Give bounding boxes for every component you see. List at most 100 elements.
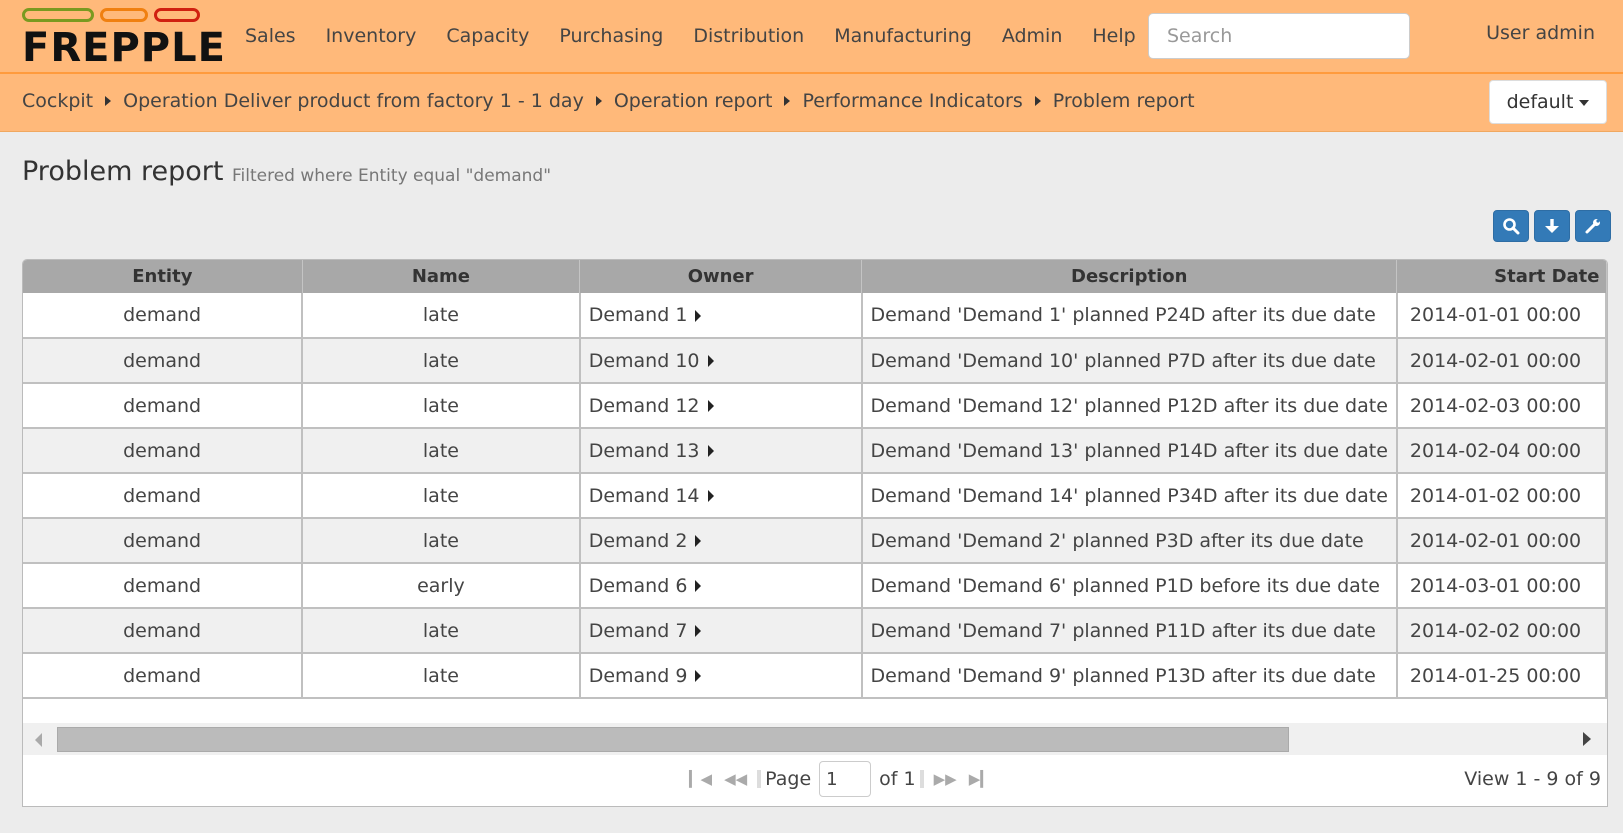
menu-capacity[interactable]: Capacity — [431, 25, 544, 47]
menu-help[interactable]: Help — [1077, 25, 1150, 47]
record-count: View 1 - 9 of 9 — [1464, 768, 1601, 790]
cell-owner: Demand 7 — [579, 608, 863, 654]
cell-start-date: 2014-02-02 00:00 — [1396, 608, 1607, 654]
breadcrumb-separator-icon — [105, 96, 112, 106]
drilldown-triangle-icon[interactable] — [707, 355, 714, 367]
cell-owner: Demand 12 — [579, 383, 863, 429]
column-header-start-date[interactable]: Start Date — [1396, 260, 1607, 293]
cell-owner: Demand 13 — [579, 428, 863, 474]
user-menu[interactable]: User admin — [1486, 22, 1595, 44]
cell-description: Demand 'Demand 9' planned P13D after its… — [861, 653, 1398, 699]
frepple-logo[interactable]: FREPPLE — [22, 8, 225, 70]
column-header-description[interactable]: Description — [861, 260, 1398, 293]
page-number-input[interactable] — [819, 761, 872, 797]
cell-start-date: 2014-02-03 00:00 — [1396, 383, 1607, 429]
table-row[interactable]: demand late Demand 13 Demand 'Demand 13' pl… — [23, 428, 1607, 474]
table-body: demand late Demand 1 Demand 'Demand 1' plan… — [23, 293, 1607, 699]
pager-controls: ▎◀ ◀◀ Page of 1 ▶▶ ▶▎ — [683, 756, 998, 802]
cell-description: Demand 'Demand 10' planned P7D after its… — [861, 338, 1398, 384]
owner-link[interactable]: Demand 13 — [589, 440, 700, 462]
search-button[interactable] — [1493, 210, 1529, 242]
owner-link[interactable]: Demand 10 — [589, 350, 700, 372]
scrollbar-thumb[interactable] — [57, 727, 1289, 752]
drilldown-triangle-icon[interactable] — [707, 445, 714, 457]
cell-entity: demand — [23, 518, 304, 564]
horizontal-scrollbar[interactable] — [23, 723, 1607, 755]
breadcrumb-cockpit[interactable]: Cockpit — [22, 90, 93, 112]
owner-link[interactable]: Demand 9 — [589, 665, 688, 687]
scroll-left-icon[interactable] — [35, 733, 42, 747]
drilldown-triangle-icon[interactable] — [707, 400, 714, 412]
cell-name: late — [302, 293, 581, 339]
drilldown-triangle-icon[interactable] — [707, 490, 714, 502]
owner-link[interactable]: Demand 6 — [589, 575, 688, 597]
owner-link[interactable]: Demand 12 — [589, 395, 700, 417]
breadcrumb-problem-report[interactable]: Problem report — [1053, 90, 1195, 112]
menu-manufacturing[interactable]: Manufacturing — [819, 25, 987, 47]
table-row[interactable]: demand late Demand 10 Demand 'Demand 10' pl… — [23, 338, 1607, 384]
cell-entity: demand — [23, 383, 304, 429]
table-header-row: Entity Name Owner Description Start Date — [23, 260, 1607, 293]
previous-page-icon[interactable]: ◀◀ — [724, 770, 747, 788]
menu-purchasing[interactable]: Purchasing — [544, 25, 678, 47]
table-row[interactable]: demand late Demand 14 Demand 'Demand 14' pl… — [23, 473, 1607, 519]
breadcrumb-separator-icon — [1034, 96, 1041, 106]
menu-inventory[interactable]: Inventory — [311, 25, 432, 47]
breadcrumb-bar: Cockpit Operation Deliver product from f… — [0, 74, 1623, 132]
search-icon — [1503, 218, 1520, 235]
owner-link[interactable]: Demand 2 — [589, 530, 688, 552]
breadcrumb-operation-report[interactable]: Operation report — [614, 90, 773, 112]
cell-start-date: 2014-02-01 00:00 — [1396, 518, 1607, 564]
logo-text: FREPPLE — [22, 25, 226, 71]
menu-sales[interactable]: Sales — [230, 25, 311, 47]
table-row[interactable]: demand late Demand 1 Demand 'Demand 1' plan… — [23, 293, 1607, 339]
page-count-label: of 1 — [879, 768, 916, 790]
table-row[interactable]: demand early Demand 6 Demand 'Demand 6' pla… — [23, 563, 1607, 609]
breadcrumb-separator-icon — [595, 96, 602, 106]
cell-name: late — [302, 518, 581, 564]
drilldown-triangle-icon[interactable] — [695, 580, 702, 592]
search-input[interactable] — [1148, 13, 1410, 59]
owner-link[interactable]: Demand 7 — [589, 620, 688, 642]
cell-owner: Demand 9 — [579, 653, 863, 699]
logo-pill-orange — [100, 8, 148, 22]
first-page-icon[interactable]: ▎◀ — [689, 770, 712, 788]
grid-toolbar — [1493, 210, 1611, 242]
top-navbar: FREPPLE Sales Inventory Capacity Purchas… — [0, 0, 1623, 74]
cell-entity: demand — [23, 653, 304, 699]
cell-start-date: 2014-02-01 00:00 — [1396, 338, 1607, 384]
breadcrumb-performance-indicators[interactable]: Performance Indicators — [802, 90, 1022, 112]
drilldown-triangle-icon[interactable] — [695, 309, 702, 322]
download-button[interactable] — [1534, 210, 1570, 242]
next-page-icon[interactable]: ▶▶ — [934, 770, 957, 788]
logo-pill-red — [154, 8, 200, 22]
table-row[interactable]: demand late Demand 7 Demand 'Demand 7' plan… — [23, 608, 1607, 654]
table-row[interactable]: demand late Demand 12 Demand 'Demand 12' pl… — [23, 383, 1607, 429]
drilldown-triangle-icon[interactable] — [695, 625, 702, 637]
menu-admin[interactable]: Admin — [987, 25, 1078, 47]
scroll-right-icon[interactable] — [1583, 732, 1591, 746]
page-label: Page — [765, 768, 812, 790]
menu-distribution[interactable]: Distribution — [678, 25, 819, 47]
table-row[interactable]: demand late Demand 2 Demand 'Demand 2' plan… — [23, 518, 1607, 564]
column-header-name[interactable]: Name — [302, 260, 581, 293]
cell-name: late — [302, 383, 581, 429]
cell-entity: demand — [23, 608, 304, 654]
cell-owner: Demand 10 — [579, 338, 863, 384]
cell-name: late — [302, 338, 581, 384]
cell-entity: demand — [23, 338, 304, 384]
breadcrumb-operation[interactable]: Operation Deliver product from factory 1… — [123, 90, 584, 112]
drilldown-triangle-icon[interactable] — [695, 670, 702, 682]
column-header-entity[interactable]: Entity — [23, 260, 303, 293]
drilldown-triangle-icon[interactable] — [695, 535, 702, 547]
scenario-dropdown[interactable]: default — [1489, 80, 1607, 124]
settings-button[interactable] — [1575, 210, 1611, 242]
table-row[interactable]: demand late Demand 9 Demand 'Demand 9' plan… — [23, 653, 1607, 699]
problem-grid: Entity Name Owner Description Start Date… — [22, 259, 1608, 807]
owner-link[interactable]: Demand 1 — [589, 304, 688, 326]
cell-description: Demand 'Demand 14' planned P34D after it… — [861, 473, 1398, 519]
column-header-owner[interactable]: Owner — [579, 260, 863, 293]
cell-start-date: 2014-01-02 00:00 — [1396, 473, 1607, 519]
last-page-icon[interactable]: ▶▎ — [969, 770, 992, 788]
owner-link[interactable]: Demand 14 — [589, 485, 700, 507]
